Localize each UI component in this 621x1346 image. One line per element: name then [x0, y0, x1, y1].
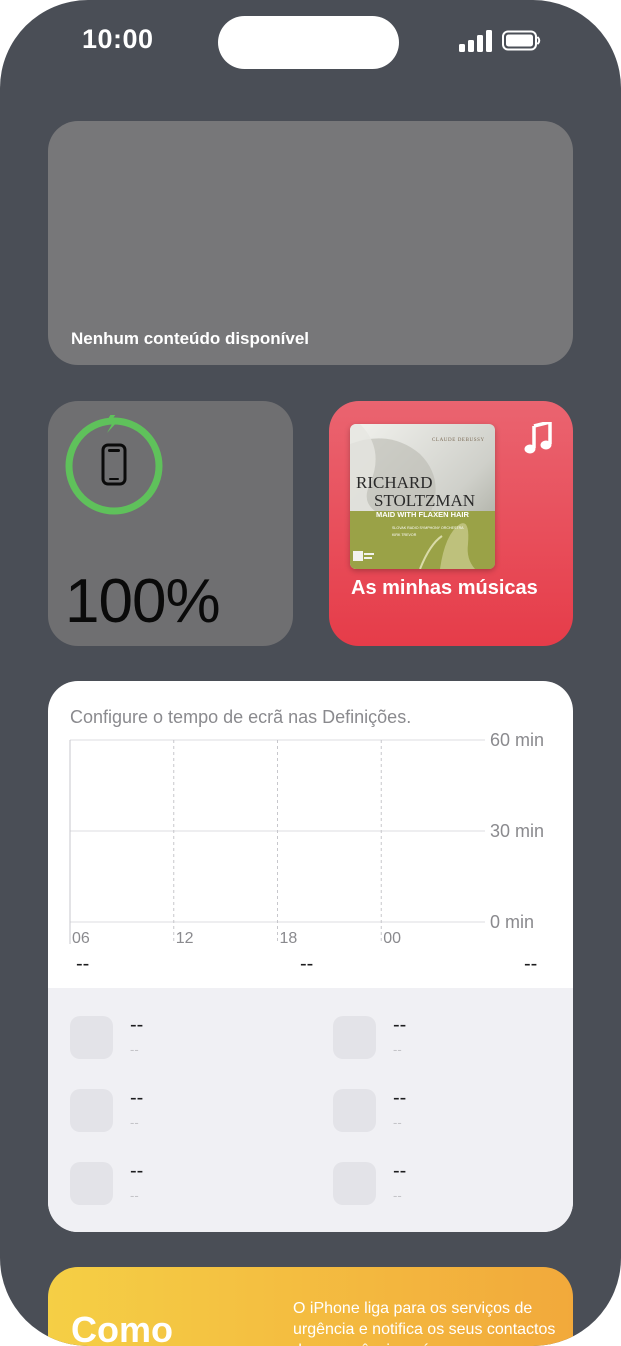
battery-ring — [65, 415, 163, 515]
sos-description: O iPhone liga para os serviços de urgênc… — [293, 1300, 556, 1346]
app-name: -- — [130, 1160, 144, 1182]
sos-title: Como — [71, 1309, 173, 1346]
chart-y-labels: 60 min 30 min 0 min — [490, 730, 544, 932]
chart-x-label: 06 — [72, 930, 90, 947]
screen-time-widget[interactable]: Configure o tempo de ecrã nas Definições… — [48, 681, 573, 1232]
empty-content-widget[interactable]: Nenhum conteúdo disponível — [48, 121, 573, 365]
app-time: -- — [393, 1042, 402, 1057]
music-title: As minhas músicas — [351, 577, 538, 599]
app-icon-placeholder — [70, 1162, 113, 1205]
screen-time-total-1: -- — [76, 953, 90, 975]
app-time: -- — [130, 1042, 139, 1057]
album-composer: CLAUDE DEBUSSY — [432, 438, 485, 443]
app-time: -- — [130, 1188, 139, 1203]
app-name: -- — [130, 1014, 144, 1036]
music-note-icon — [524, 422, 552, 454]
app-usage-item[interactable]: -- -- — [333, 1087, 533, 1139]
app-name: -- — [393, 1087, 407, 1109]
chart-y-label: 60 min — [490, 730, 544, 750]
album-credit-1: SLOVAK RADIO SYMPHONY ORCHESTRA — [392, 526, 464, 530]
emergency-sos-widget[interactable]: Como O iPhone liga para os serviços de u… — [48, 1267, 573, 1346]
status-bar: 10:00 — [0, 0, 621, 90]
empty-content-label: Nenhum conteúdo disponível — [71, 329, 310, 348]
album-cover[interactable]: CLAUDE DEBUSSY RICHARD STOLTZMAN MAID WI… — [350, 424, 495, 569]
app-icon-placeholder — [333, 1162, 376, 1205]
signal-icon — [459, 30, 493, 52]
screen-time-total-3: -- — [524, 953, 538, 975]
app-usage-item[interactable]: -- -- — [333, 1160, 533, 1212]
app-time: -- — [393, 1115, 402, 1130]
app-icon-placeholder — [333, 1016, 376, 1059]
app-usage-item[interactable]: -- -- — [333, 1014, 533, 1066]
app-usage-item[interactable]: -- -- — [70, 1087, 270, 1139]
chart-y-label: 0 min — [490, 912, 534, 932]
phone-screen: 10:00 Nenhum conteúdo disponível 100% CL… — [0, 0, 621, 1346]
dynamic-island — [218, 16, 399, 69]
app-name: -- — [393, 1160, 407, 1182]
app-usage-item[interactable]: -- -- — [70, 1014, 270, 1066]
chart-x-labels: 06 12 18 00 — [72, 930, 401, 947]
screen-time-chart: 60 min 30 min 0 min 06 12 18 00 — [69, 730, 544, 947]
chart-x-label: 12 — [176, 930, 194, 947]
chart-grid — [69, 739, 485, 944]
app-icon-placeholder — [70, 1016, 113, 1059]
chart-y-label: 30 min — [490, 821, 544, 841]
chart-x-label: 18 — [280, 930, 298, 947]
app-icon-placeholder — [70, 1089, 113, 1132]
music-widget[interactable]: CLAUDE DEBUSSY RICHARD STOLTZMAN MAID WI… — [329, 401, 573, 646]
app-usage-item[interactable]: -- -- — [70, 1160, 270, 1212]
app-name: -- — [393, 1014, 407, 1036]
album-title: MAID WITH FLAXEN HAIR — [376, 510, 469, 519]
app-icon-placeholder — [333, 1089, 376, 1132]
chart-x-label: 00 — [383, 930, 401, 947]
status-time: 10:00 — [82, 24, 154, 54]
app-usage-list: -- -- -- -- -- -- -- -- -- -- -- -- — [48, 988, 573, 1232]
app-time: -- — [130, 1115, 139, 1130]
album-artist-line2: STOLTZMAN — [374, 491, 475, 510]
app-time: -- — [393, 1188, 402, 1203]
battery-percentage: 100% — [65, 567, 221, 636]
battery-icon — [502, 30, 541, 51]
album-credit-2: KIRK TREVOR — [392, 533, 417, 537]
battery-widget[interactable]: 100% — [48, 401, 293, 646]
screen-time-total-2: -- — [300, 953, 314, 975]
album-artist-line1: RICHARD — [356, 473, 433, 492]
app-name: -- — [130, 1087, 144, 1109]
